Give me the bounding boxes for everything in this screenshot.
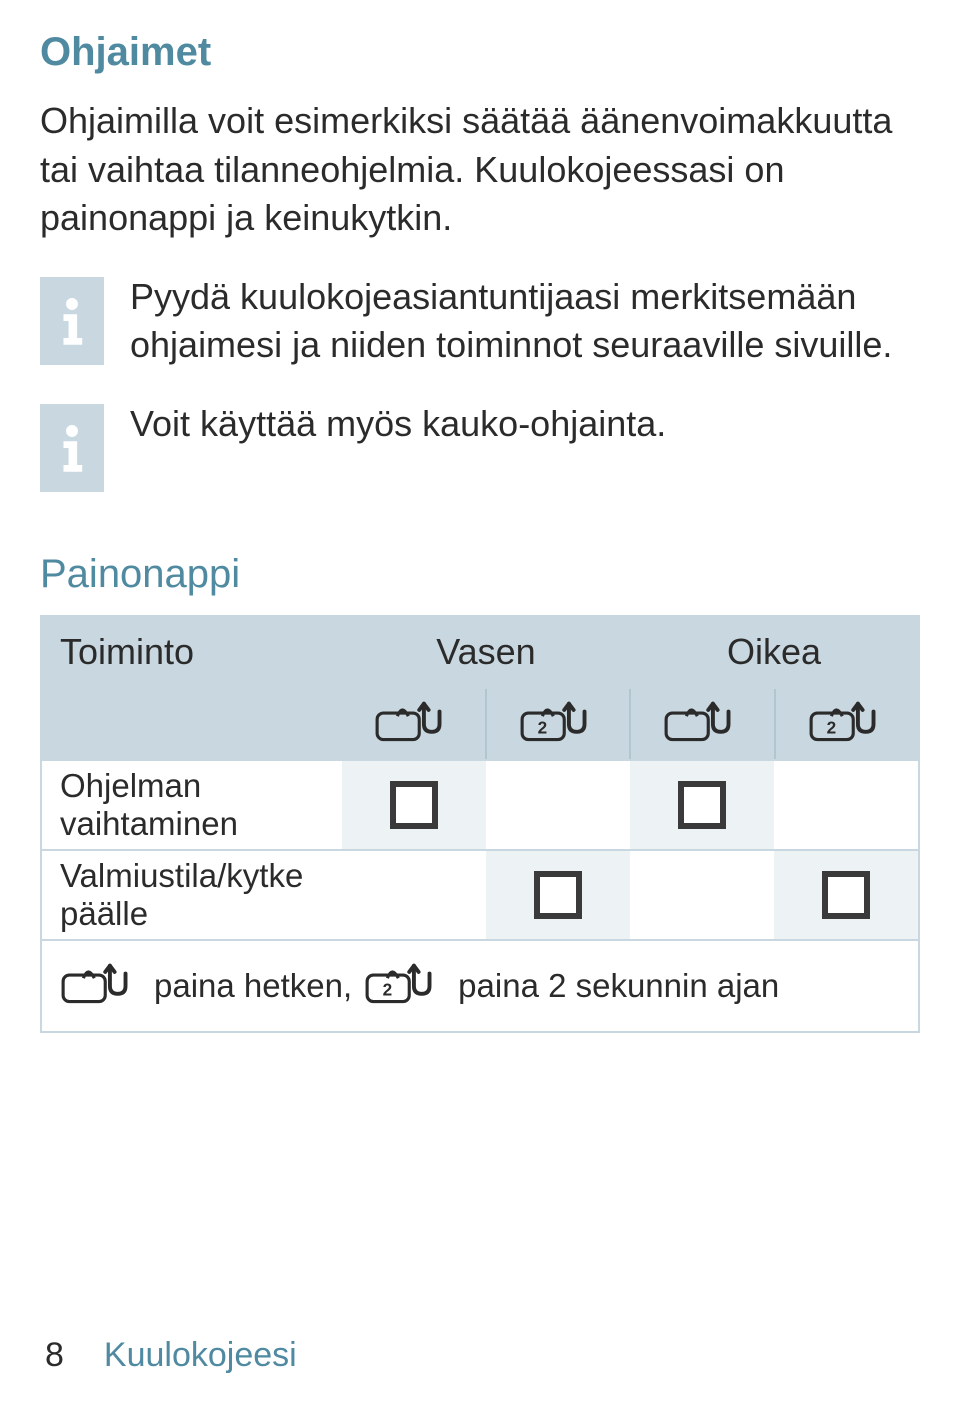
table-title: Painonappi <box>40 552 920 597</box>
col-function: Toiminto <box>42 617 342 687</box>
info-text-2: Voit käyttää myös kauko-ohjainta. <box>130 400 666 449</box>
cell-r1[interactable] <box>630 761 774 849</box>
info-text-1: Pyydä kuulokojeasiantuntijaasi merkitsem… <box>130 273 920 370</box>
svg-text:2: 2 <box>826 717 836 737</box>
svg-text:2: 2 <box>537 717 547 737</box>
press-short-icon <box>374 700 452 748</box>
page-number: 8 <box>45 1336 64 1375</box>
table-legend-row: paina hetken, 2 paina 2 sekunnin ajan <box>42 941 918 1031</box>
intro-paragraph: Ohjaimilla voit esimerkiksi säätää äänen… <box>40 97 920 243</box>
info-block-2: Voit käyttää myös kauko-ohjainta. <box>40 400 920 492</box>
row-label: Valmiustila/kytke päälle <box>42 851 342 939</box>
info-icon <box>40 404 104 492</box>
cell-r2[interactable] <box>774 851 918 939</box>
page-footer: 8 Kuulokojeesi <box>45 1336 297 1375</box>
col-right: Oikea <box>630 617 918 687</box>
blank-cell <box>42 689 342 759</box>
icon-left-short <box>342 689 485 759</box>
press-short-icon <box>60 962 138 1010</box>
checkbox[interactable] <box>678 781 726 829</box>
page-title: Ohjaimet <box>40 30 920 75</box>
press-short-icon <box>663 700 741 748</box>
press-long-icon: 2 <box>519 700 597 748</box>
checkbox[interactable] <box>534 871 582 919</box>
cell-r2[interactable] <box>774 761 918 849</box>
col-left: Vasen <box>342 617 630 687</box>
press-long-icon: 2 <box>364 962 442 1010</box>
legend-long: paina 2 sekunnin ajan <box>458 967 779 1005</box>
icon-right-short <box>629 689 774 759</box>
controls-table: Toiminto Vasen Oikea 2 <box>40 615 920 1033</box>
cell-r1[interactable] <box>630 851 774 939</box>
footer-section: Kuulokojeesi <box>104 1336 297 1375</box>
icon-left-long: 2 <box>485 689 630 759</box>
row-label: Ohjelman vaihtaminen <box>42 761 342 849</box>
press-long-icon: 2 <box>808 700 886 748</box>
legend-short: paina hetken, <box>154 967 352 1005</box>
cell-l1[interactable] <box>342 851 486 939</box>
cell-l1[interactable] <box>342 761 486 849</box>
info-block-1: Pyydä kuulokojeasiantuntijaasi merkitsem… <box>40 273 920 370</box>
cell-l2[interactable] <box>486 761 630 849</box>
svg-text:2: 2 <box>383 979 393 999</box>
cell-l2[interactable] <box>486 851 630 939</box>
checkbox[interactable] <box>822 871 870 919</box>
table-header-row: Toiminto Vasen Oikea <box>42 617 918 689</box>
info-icon <box>40 277 104 365</box>
table-row: Valmiustila/kytke päälle <box>42 851 918 941</box>
table-header-icons: 2 2 <box>42 689 918 761</box>
icon-right-long: 2 <box>774 689 919 759</box>
checkbox[interactable] <box>390 781 438 829</box>
table-row: Ohjelman vaihtaminen <box>42 761 918 851</box>
